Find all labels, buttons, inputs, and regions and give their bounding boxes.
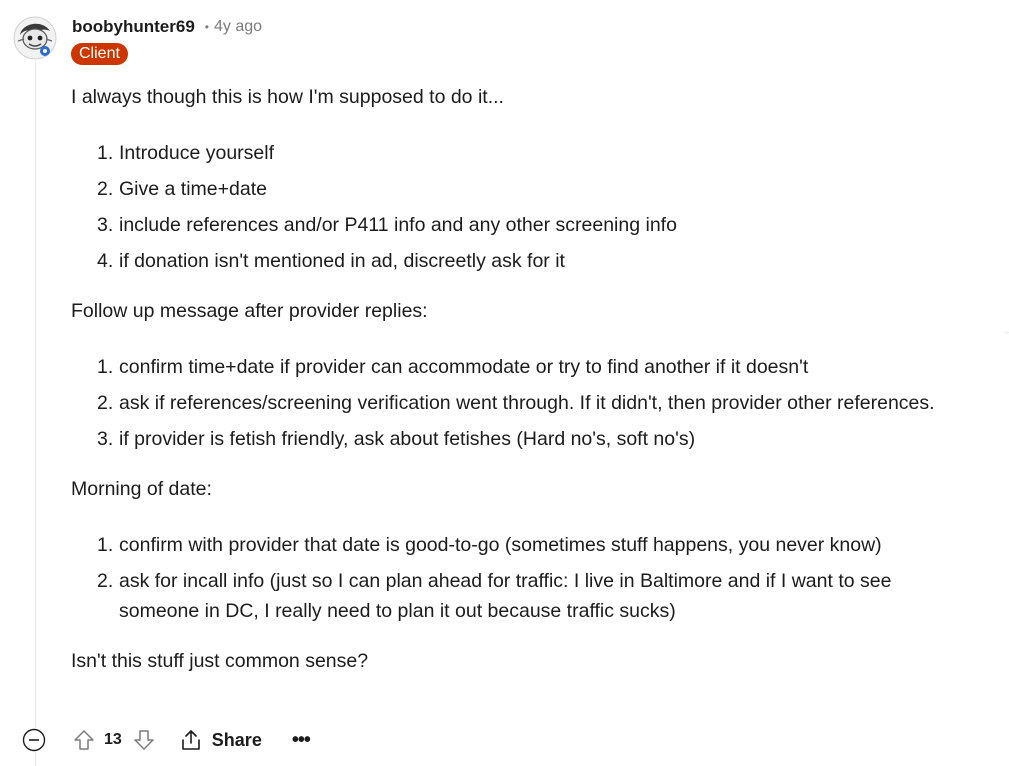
list-item: 1. Introduce yourself <box>97 142 275 164</box>
upvote-button[interactable] <box>70 726 98 754</box>
arrow-up-icon <box>74 730 94 750</box>
more-options-button[interactable]: ••• <box>292 730 311 750</box>
paragraph: Morning of date: <box>71 478 212 500</box>
paragraph: Follow up message after provider replies… <box>71 300 428 322</box>
list-item: 4. if donation isn't mentioned in ad, dis… <box>97 250 565 272</box>
avatar[interactable] <box>12 15 58 61</box>
avatar-image <box>13 16 57 60</box>
ordered-list: 1. confirm with provider that date is goo… <box>71 530 971 626</box>
list-item: 3. if provider is fetish friendly, ask ab… <box>97 428 696 450</box>
divider <box>1005 332 1009 333</box>
list-item: 3. include references and/or P411 info an… <box>97 214 677 236</box>
list-item: 2. ask if references/screening verificati… <box>97 392 935 414</box>
paragraph: I always though this is how I'm supposed… <box>71 86 504 108</box>
user-flair: Client <box>71 43 128 65</box>
timestamp[interactable]: 4y ago <box>214 18 262 36</box>
list-item: 2. Give a time+date <box>97 178 267 200</box>
downvote-button[interactable] <box>130 726 158 754</box>
ordered-list: 1. confirm time+date if provider can acco… <box>71 352 971 454</box>
collapse-button[interactable] <box>22 728 46 752</box>
arrow-down-icon <box>134 730 154 750</box>
username[interactable]: boobyhunter69 <box>72 17 195 37</box>
list-item: 1. confirm time+date if provider can acco… <box>97 356 809 378</box>
list-item: 1. confirm with provider that date is goo… <box>97 534 882 556</box>
share-button[interactable]: Share <box>180 729 262 751</box>
thread-line[interactable] <box>35 62 36 766</box>
comment-actions: 13 Share ••• <box>22 726 311 754</box>
vote-score: 13 <box>104 731 122 748</box>
share-label: Share <box>211 729 262 750</box>
ordered-list: 1. Introduce yourself 2. Give a time+date … <box>71 138 971 276</box>
list-item: 2. ask for incall info (just so I can pla… <box>97 570 892 622</box>
comment-meta: boobyhunter69 • 4y ago <box>72 16 262 38</box>
paragraph: Isn't this stuff just common sense? <box>71 650 369 672</box>
meta-separator: • <box>204 20 209 34</box>
share-icon <box>181 730 200 750</box>
comment-body: I always though this is how I'm supposed… <box>71 84 971 674</box>
minus-circle-icon <box>22 728 46 752</box>
